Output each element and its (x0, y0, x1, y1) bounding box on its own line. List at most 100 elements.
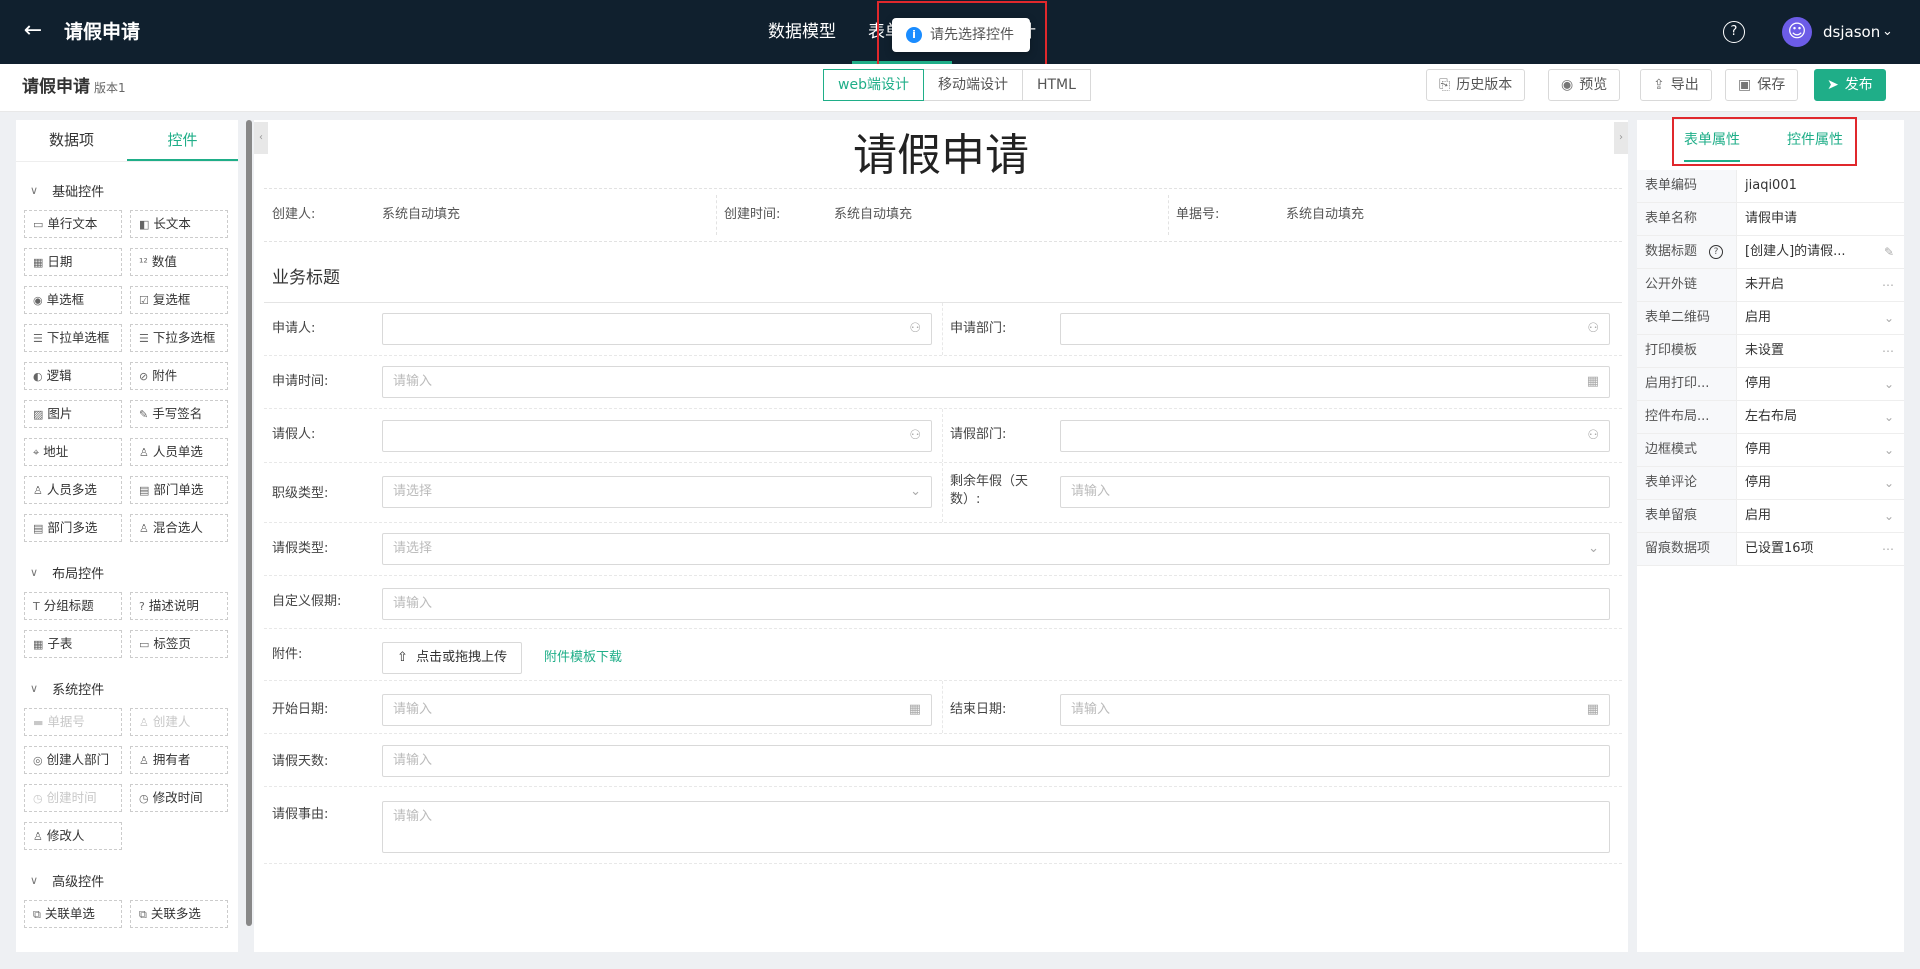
remaining-leave-input[interactable]: 请输入 (1060, 476, 1610, 508)
preview-button[interactable]: ◉ 预览 (1548, 69, 1621, 101)
apply-time-input[interactable]: 请输入 ▦ (382, 366, 1610, 398)
property-value[interactable]: 已设置16项 ⋯ (1737, 533, 1904, 565)
property-value[interactable]: 未开启 ⋯ (1737, 269, 1904, 301)
control-modifier[interactable]: ♙ 修改人 (24, 822, 122, 850)
form-row: 自定义假期: 请输入 (264, 576, 1622, 629)
control-image[interactable]: ▨ 图片 (24, 400, 122, 428)
control-link-single[interactable]: ⧉ 关联单选 (24, 900, 122, 928)
list-icon: ☰ (33, 332, 43, 345)
property-value[interactable]: 左右布局 ⌄ (1737, 401, 1904, 433)
left-scrollbar[interactable] (246, 120, 252, 926)
control-number[interactable]: ¹² 数值 (130, 248, 228, 276)
control-radio[interactable]: ◉ 单选框 (24, 286, 122, 314)
end-date-label: 结束日期: (950, 702, 1007, 717)
paperclip-icon: ⊘ (139, 370, 149, 383)
system-info-row: 创建人: 系统自动填充 创建时间: 系统自动填充 单据号: 系统自动填充 (264, 188, 1622, 242)
export-button[interactable]: ⇪ 导出 (1640, 69, 1712, 101)
more-icon[interactable]: ⋯ (1882, 533, 1894, 565)
sub-bar: 请假申请 版本1 web端设计 移动端设计 HTML ⎘ 历史版本 ◉ 预览 ⇪ 导出… (0, 64, 1920, 112)
tab-html[interactable]: HTML (1021, 69, 1091, 101)
group-system-controls[interactable]: ∨ 系统控件 (30, 680, 238, 698)
start-date-input[interactable]: 请输入 ▦ (382, 694, 932, 726)
org-chart-icon[interactable]: ⚇ (909, 314, 921, 344)
property-value[interactable]: jiaqi001 (1737, 170, 1904, 202)
control-dropdown-single[interactable]: ☰ 下拉单选框 (24, 324, 122, 352)
leave-dept-label: 请假部门: (950, 427, 1007, 442)
control-dropdown-multi[interactable]: ☰ 下拉多选框 (130, 324, 228, 352)
control-attachment[interactable]: ⊘ 附件 (130, 362, 228, 390)
leave-dept-input[interactable]: ⚇ (1060, 420, 1610, 452)
control-tabs[interactable]: ▭ 标签页 (130, 630, 228, 658)
control-checkbox[interactable]: ☑ 复选框 (130, 286, 228, 314)
creator-label: 创建人: (272, 207, 316, 222)
leave-days-input[interactable]: 请输入 (382, 745, 1610, 777)
edit-icon[interactable]: ✎ (1884, 236, 1894, 268)
property-value[interactable]: 未设置 ⋯ (1737, 335, 1904, 367)
org-chart-icon[interactable]: ⚇ (1587, 421, 1599, 451)
history-version-button[interactable]: ⎘ 历史版本 (1426, 69, 1526, 101)
control-person-multi[interactable]: ♙ 人员多选 (24, 476, 122, 504)
leave-type-select[interactable]: 请选择 ⌄ (382, 533, 1610, 565)
chevron-down-icon[interactable]: ⌄ (1882, 21, 1893, 43)
calendar-icon[interactable]: ▦ (1587, 695, 1599, 725)
tab-data-model[interactable]: 数据模型 (752, 0, 852, 64)
leave-days-label: 请假天数: (272, 754, 329, 769)
property-value[interactable]: 启用 ⌄ (1737, 500, 1904, 532)
applicant-input[interactable]: ⚇ (382, 313, 932, 345)
control-link-multi[interactable]: ⧉ 关联多选 (130, 900, 228, 928)
control-long-text[interactable]: ◧ 长文本 (130, 210, 228, 238)
control-modify-time[interactable]: ◷ 修改时间 (130, 784, 228, 812)
control-signature[interactable]: ✎ 手写签名 (130, 400, 228, 428)
property-value[interactable]: 启用 ⌄ (1737, 302, 1904, 334)
end-date-input[interactable]: 请输入 ▦ (1060, 694, 1610, 726)
calendar-icon[interactable]: ▦ (909, 695, 921, 725)
leave-person-input[interactable]: ⚇ (382, 420, 932, 452)
control-dept-multi[interactable]: ▤ 部门多选 (24, 514, 122, 542)
collapse-left-handle[interactable]: ‹ (254, 122, 268, 154)
control-mixed-select[interactable]: ♙ 混合选人 (130, 514, 228, 542)
control-subtable[interactable]: ▦ 子表 (24, 630, 122, 658)
control-dept-single[interactable]: ▤ 部门单选 (130, 476, 228, 504)
control-address[interactable]: ⌖ 地址 (24, 438, 122, 466)
calendar-icon[interactable]: ▦ (1587, 367, 1599, 397)
avatar[interactable]: ☺ (1782, 17, 1812, 47)
collapse-right-handle[interactable]: › (1614, 122, 1628, 154)
group-advanced-controls[interactable]: ∨ 高级控件 (30, 872, 238, 890)
tab-mobile-design[interactable]: 移动端设计 (922, 69, 1023, 101)
org-chart-icon[interactable]: ⚇ (909, 421, 921, 451)
rank-type-select[interactable]: 请选择 ⌄ (382, 476, 932, 508)
back-arrow-icon[interactable]: ← (20, 18, 46, 44)
question-icon[interactable]: ? (1709, 245, 1724, 259)
property-value[interactable]: [创建人]的请假... ✎ (1737, 236, 1904, 268)
control-owner[interactable]: ♙ 拥有者 (130, 746, 228, 774)
save-button[interactable]: ▣ 保存 (1725, 69, 1799, 101)
control-date[interactable]: ▦ 日期 (24, 248, 122, 276)
more-icon[interactable]: ⋯ (1882, 335, 1894, 367)
group-layout-controls[interactable]: ∨ 布局控件 (30, 564, 238, 582)
property-value[interactable]: 停用 ⌄ (1737, 368, 1904, 400)
property-value[interactable]: 停用 ⌄ (1737, 467, 1904, 499)
reason-textarea[interactable]: 请输入 (382, 801, 1610, 853)
upload-button[interactable]: ⇧ 点击或拖拽上传 (382, 642, 523, 674)
help-icon[interactable]: ? (1723, 21, 1745, 43)
username[interactable]: dsjason (1823, 21, 1880, 43)
tab-web-design[interactable]: web端设计 (823, 69, 924, 101)
control-creator-dept[interactable]: ◎ 创建人部门 (24, 746, 122, 774)
template-download-link[interactable]: 附件模板下载 (544, 649, 622, 667)
control-person-single[interactable]: ♙ 人员单选 (130, 438, 228, 466)
control-single-text[interactable]: ▭ 单行文本 (24, 210, 122, 238)
custom-period-input[interactable]: 请输入 (382, 588, 1610, 620)
apply-dept-input[interactable]: ⚇ (1060, 313, 1610, 345)
control-description[interactable]: ? 描述说明 (130, 592, 228, 620)
tab-data-items[interactable]: 数据项 (16, 120, 127, 161)
tab-controls[interactable]: 控件 (127, 120, 238, 161)
property-value[interactable]: 请假申请 (1737, 203, 1904, 235)
control-group-title[interactable]: T 分组标题 (24, 592, 122, 620)
org-chart-icon[interactable]: ⚇ (1587, 314, 1599, 344)
property-value[interactable]: 停用 ⌄ (1737, 434, 1904, 466)
group-basic-controls[interactable]: ∨ 基础控件 (30, 182, 238, 200)
publish-button[interactable]: ➤ 发布 (1814, 69, 1886, 101)
more-icon[interactable]: ⋯ (1882, 269, 1894, 301)
chevron-down-icon: ∨ (30, 873, 39, 887)
control-logic[interactable]: ◐ 逻辑 (24, 362, 122, 390)
